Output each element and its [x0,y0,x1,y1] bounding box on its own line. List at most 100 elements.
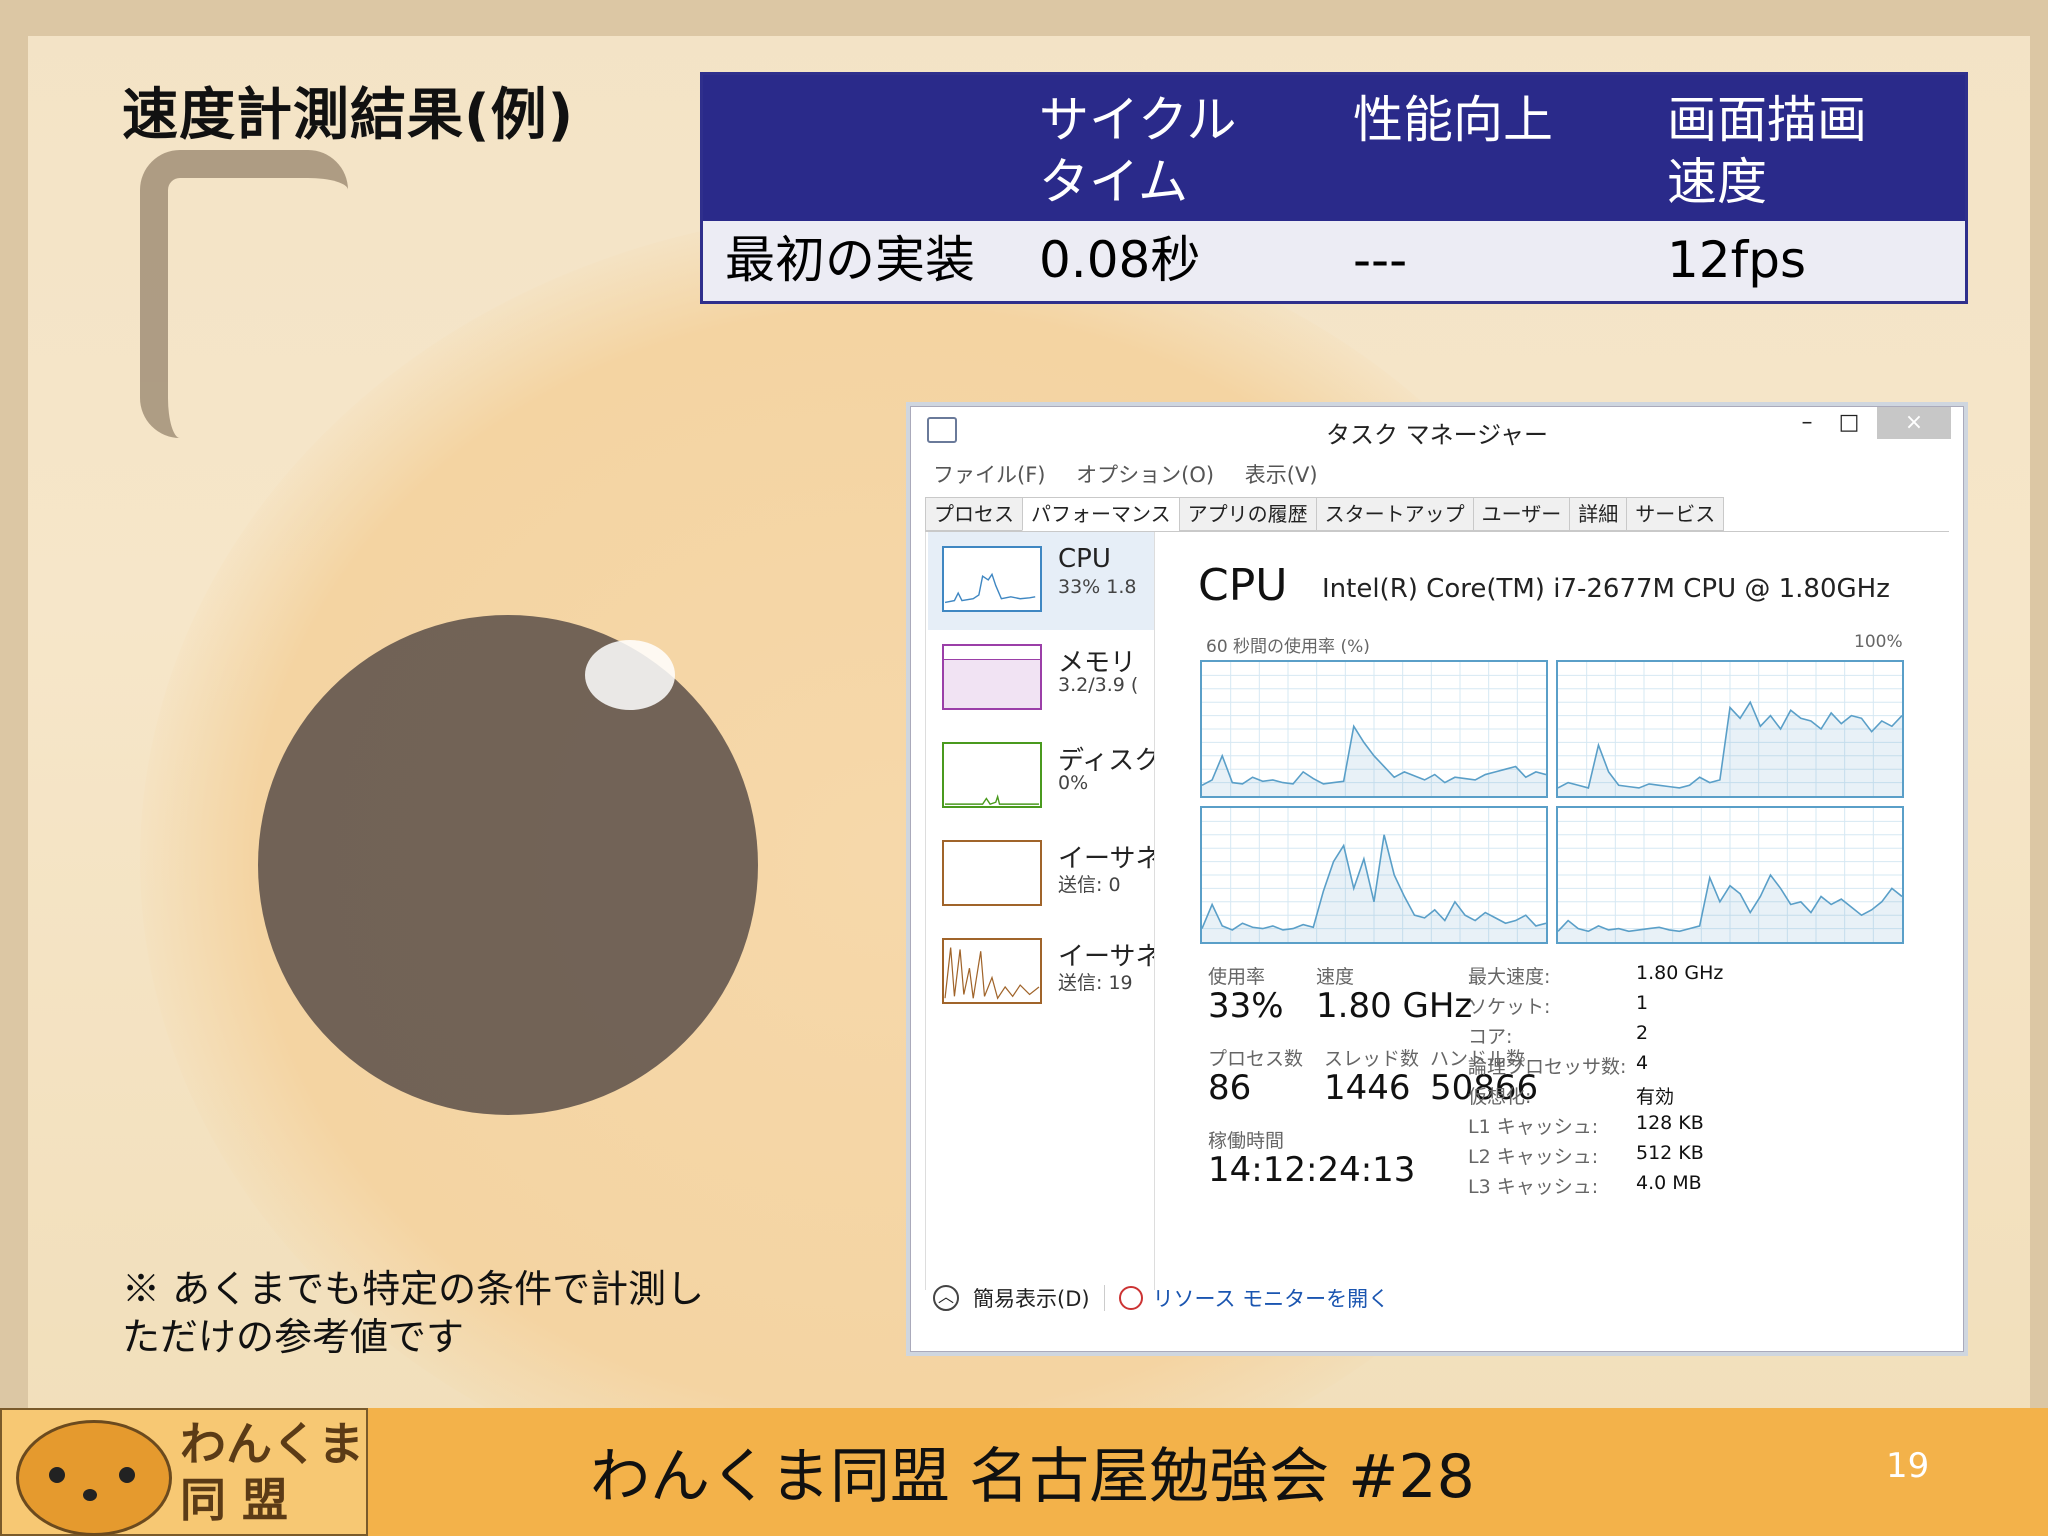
info-value: 128 KB [1636,1112,1704,1134]
ethernet-2-thumbnail [942,938,1042,1004]
header-improvement: 性能向上 [1353,91,1553,149]
resource-monitor-icon [1118,1286,1143,1310]
logo-eye-right [119,1467,135,1483]
bear-ear-watermark [140,150,348,438]
title-bar[interactable]: タスク マネージャー – □ × [911,407,1963,449]
info-value: 有効 [1636,1086,1675,1108]
usage-label: 使用率 [1208,966,1266,988]
logo-text: わんくま 同 盟 [180,1416,364,1528]
cpu-core-graph-svg [1202,662,1546,796]
row-cycle-time: 0.08秒 [1039,231,1201,289]
speed-value: 1.80 GHz [1316,986,1473,1026]
fewer-details-button[interactable]: 簡易表示(D) [973,1283,1090,1313]
header-render-speed: 画面描画 速度 [1645,75,1965,221]
info-value: 512 KB [1636,1142,1704,1164]
maximize-button[interactable]: □ [1829,407,1869,439]
bear-logo-icon [16,1420,172,1536]
task-manager-footer: ︿ 簡易表示(D) リソース モニターを開く [933,1283,1389,1313]
header-render-speed-line2: 速度 [1667,153,1767,211]
sidebar-item-memory[interactable]: メモリ 3.2/3.9 ( [928,630,1154,728]
info-value: 4.0 MB [1636,1172,1702,1194]
results-table-header: サイクル タイム 性能向上 画面描画 速度 [703,75,1965,221]
cpu-heading: CPU [1198,560,1288,611]
footnote-line-1: ※ あくまでも特定の条件で計測し [122,1267,705,1311]
sidebar-item-ethernet-1[interactable]: イーサネ 送信: 0 [928,826,1154,924]
slide-frame-top [0,0,2048,36]
tab-performance[interactable]: パフォーマンス [1022,497,1180,531]
cpu-core-graph-3 [1556,806,1904,944]
uptime-value: 14:12:24:13 [1208,1150,1416,1190]
processes-label: プロセス数 [1208,1048,1304,1070]
disk-thumbnail [942,742,1042,808]
menu-view[interactable]: 表示(V) [1245,463,1318,487]
menu-bar: ファイル(F) オプション(O) 表示(V) [933,459,1342,489]
resource-monitor-link[interactable]: リソース モニターを開く [1153,1283,1390,1313]
footnote-line-2: ただけの参考値です [122,1315,465,1359]
bear-eye-watermark [258,615,758,1115]
row-improvement: --- [1353,231,1408,289]
cpu-model: Intel(R) Core(TM) i7-2677M CPU @ 1.80GHz [1322,574,1890,604]
logo-nose [83,1489,97,1501]
header-cycle-time: サイクル タイム [1017,75,1331,221]
tab-services[interactable]: サービス [1626,497,1725,531]
sidebar-ethernet-1-sub: 送信: 0 [1058,874,1121,896]
info-label: 最大速度: [1468,966,1551,988]
slide-frame-left [0,0,28,1410]
sidebar-cpu-sub: 33% 1.8 [1058,576,1137,598]
info-value: 2 [1636,1022,1649,1044]
sidebar-cpu-name: CPU [1058,544,1111,574]
info-label: 論理プロセッサ数: [1468,1056,1627,1078]
tab-users[interactable]: ユーザー [1472,497,1571,531]
cpu-core-graph-svg [1202,808,1546,942]
header-cycle-time-line2: タイム [1039,153,1188,211]
minimize-button[interactable]: – [1787,407,1827,439]
tab-processes[interactable]: プロセス [925,497,1023,531]
info-label: 仮想化: [1468,1086,1532,1108]
tab-startup[interactable]: スタートアップ [1315,497,1474,531]
footnote: ※ あくまでも特定の条件で計測し ただけの参考値です [122,1265,704,1361]
menu-options[interactable]: オプション(O) [1076,463,1214,487]
bear-eye-highlight [585,640,675,710]
sidebar-memory-sub: 3.2/3.9 ( [1058,674,1139,696]
wankuma-logo: わんくま 同 盟 [0,1408,368,1536]
close-button[interactable]: × [1877,407,1951,439]
cpu-core-graph-svg [1558,662,1902,796]
utilization-label: 60 秒間の使用率 (%) [1206,637,1370,657]
logo-eye-left [49,1467,65,1483]
ethernet-1-thumbnail [942,840,1042,906]
info-label: L1 キャッシュ: [1468,1116,1599,1138]
cpu-core-graph-0 [1200,660,1548,798]
menu-file[interactable]: ファイル(F) [933,463,1045,487]
sidebar-item-ethernet-2[interactable]: イーサネ 送信: 19 [928,924,1154,1022]
row-fps: 12fps [1667,231,1807,289]
cpu-thumbnail [942,546,1042,612]
sidebar-item-cpu[interactable]: CPU 33% 1.8 [928,532,1154,630]
slide-title: 速度計測結果(例) [122,83,575,148]
sidebar-disk-sub: 0% [1058,772,1089,794]
info-value: 1.80 GHz [1636,962,1724,984]
logo-text-line-1: わんくま [180,1417,364,1471]
uptime-label: 稼働時間 [1208,1130,1285,1152]
memory-thumbnail [942,644,1042,710]
utilization-max: 100% [1854,632,1903,652]
processes-value: 86 [1208,1068,1252,1108]
info-label: L3 キャッシュ: [1468,1176,1599,1198]
threads-label: スレッド数 [1324,1048,1420,1070]
header-cell-empty [703,75,1017,221]
results-table: サイクル タイム 性能向上 画面描画 速度 最初の実装 0.08秒 --- 12… [700,72,1968,304]
info-label: コア: [1468,1026,1513,1048]
footer-separator [1103,1285,1105,1311]
speed-label: 速度 [1316,966,1355,988]
cpu-core-graph-svg [1558,808,1902,942]
chevron-up-icon[interactable]: ︿ [933,1285,959,1311]
usage-value: 33% [1208,986,1284,1026]
task-manager-window: タスク マネージャー – □ × ファイル(F) オプション(O) 表示(V) … [910,406,1964,1352]
info-label: ソケット: [1468,996,1551,1018]
sidebar-item-disk[interactable]: ディスク 0% [928,728,1154,826]
header-cycle-time-line1: サイクル [1039,91,1237,149]
footer-title: わんくま同盟 名古屋勉強会 #28 [590,1442,1475,1512]
tab-details[interactable]: 詳細 [1569,497,1628,531]
performance-panel: CPU 33% 1.8 メモリ 3.2/3.9 ( ディスク 0% イーサネ 送… [925,532,1950,1290]
tab-app-history[interactable]: アプリの履歴 [1178,497,1317,531]
cpu-core-graph-2 [1200,806,1548,944]
